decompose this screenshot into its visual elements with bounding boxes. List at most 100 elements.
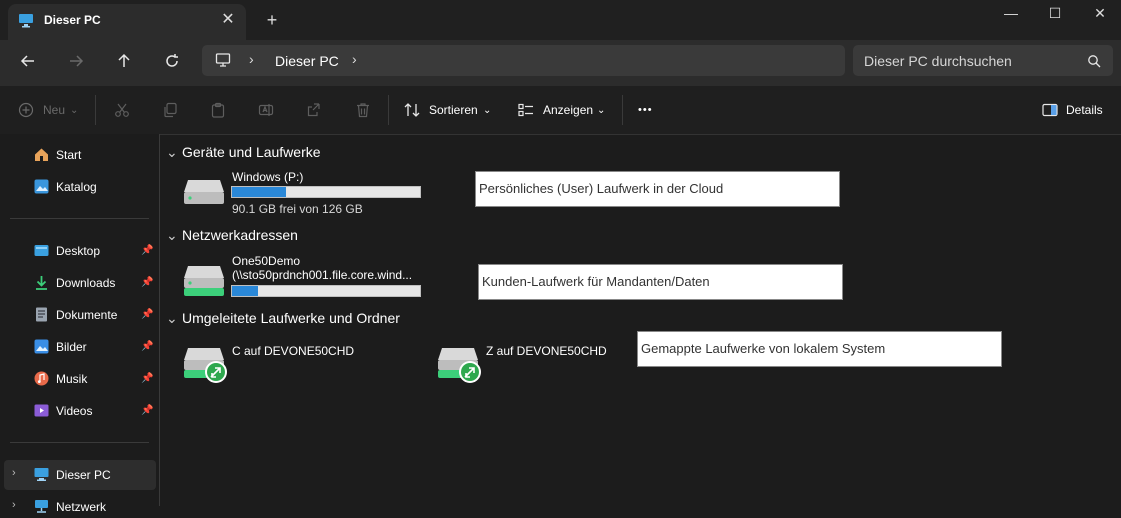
breadcrumb-dieser-pc[interactable]: Dieser PC <box>275 53 339 69</box>
up-button[interactable] <box>109 48 139 74</box>
pin-icon[interactable]: 📌 <box>141 373 153 384</box>
toolbar-separator <box>95 95 96 125</box>
sidebar-item-downloads[interactable]: Downloads <box>30 272 158 294</box>
sidebar-item-dokumente[interactable]: Dokumente <box>30 304 158 326</box>
sidebar-item-label: Dokumente <box>56 308 118 322</box>
maximize-button[interactable]: ☐ <box>1032 0 1078 30</box>
sidebar-item-label: Musik <box>56 372 88 386</box>
gallery-icon <box>34 179 49 194</box>
pin-icon[interactable]: 📌 <box>141 341 153 352</box>
chevron-right-icon[interactable]: › <box>12 499 16 511</box>
pc-icon <box>34 468 49 481</box>
annotation-cloud-drive: Persönliches (User) Laufwerk in der Clou… <box>475 171 840 207</box>
cut-icon[interactable] <box>114 102 130 118</box>
arrow-up-icon <box>118 53 130 67</box>
sidebar-item-label: Start <box>56 148 82 162</box>
sort-button[interactable]: Sortieren <box>429 103 478 117</box>
breadcrumb-separator: › <box>249 51 254 67</box>
pc-icon <box>19 14 33 28</box>
section-title: Geräte und Laufwerke <box>182 144 321 160</box>
view-button[interactable]: Anzeigen <box>543 103 593 117</box>
monitor-icon <box>215 53 231 67</box>
sidebar-divider <box>10 442 149 443</box>
sidebar-item-musik[interactable]: Musik <box>30 368 158 390</box>
plus-circle-icon <box>18 102 34 118</box>
delete-icon[interactable] <box>355 102 371 118</box>
copy-icon[interactable] <box>162 102 178 118</box>
pin-icon[interactable]: 📌 <box>141 277 153 288</box>
pin-icon[interactable]: 📌 <box>141 309 153 320</box>
annotation-customer-drive: Kunden-Laufwerk für Mandanten/Daten <box>478 264 843 300</box>
sidebar-item-bilder[interactable]: Bilder <box>30 336 158 358</box>
details-button[interactable]: Details <box>1066 103 1103 117</box>
drive-one50demo[interactable]: One50Demo (\\sto50prdnch001.file.core.wi… <box>180 252 425 300</box>
search-icon[interactable] <box>1087 54 1101 68</box>
hard-drive-icon <box>184 180 224 204</box>
document-icon <box>36 307 47 322</box>
drive-free-space: 90.1 GB frei von 126 GB <box>232 202 363 216</box>
toolbar-separator <box>388 95 389 125</box>
section-header-redirected[interactable]: ⌄ Umgeleitete Laufwerke und Ordner <box>166 310 400 327</box>
breadcrumb-chevron[interactable]: › <box>352 51 357 67</box>
sidebar-item-label: Videos <box>56 404 93 418</box>
sidebar-item-label: Katalog <box>56 180 97 194</box>
chevron-down-icon: ⌄ <box>166 227 178 243</box>
rename-icon[interactable] <box>258 102 274 118</box>
arrow-left-icon <box>20 55 34 67</box>
paste-icon[interactable] <box>210 102 226 118</box>
sidebar-divider <box>10 218 149 219</box>
chevron-down-icon: ⌄ <box>70 105 79 116</box>
back-button[interactable] <box>13 48 43 74</box>
chevron-right-icon[interactable]: › <box>12 467 16 479</box>
download-icon <box>36 276 47 290</box>
sidebar-item-start[interactable]: Start <box>30 144 158 166</box>
close-button[interactable]: ✕ <box>1077 0 1121 30</box>
sidebar-item-netzwerk[interactable]: Netzwerk <box>30 496 158 518</box>
section-header-devices[interactable]: ⌄ Geräte und Laufwerke <box>166 144 321 161</box>
sidebar-item-katalog[interactable]: Katalog <box>30 176 158 198</box>
share-icon[interactable] <box>306 102 322 118</box>
drive-path: (\\sto50prdnch001.file.core.wind... <box>232 268 413 282</box>
search-placeholder: Dieser PC durchsuchen <box>864 53 1012 69</box>
pin-icon[interactable]: 📌 <box>141 405 153 416</box>
music-icon <box>34 371 49 386</box>
chevron-down-icon: ⌄ <box>597 105 606 116</box>
new-tab-button[interactable]: + <box>262 10 282 30</box>
chevron-down-icon: ⌄ <box>483 105 492 116</box>
new-button[interactable]: Neu <box>43 103 65 117</box>
more-options-button[interactable]: ••• <box>638 104 653 116</box>
forward-button[interactable] <box>61 48 91 74</box>
usage-bar <box>231 186 421 198</box>
sort-icon <box>404 103 420 117</box>
drive-z-devone50chd[interactable]: Z auf DEVONE50CHD <box>434 338 634 386</box>
tab-close-button[interactable]: ✕ <box>218 10 238 30</box>
drive-name: Z auf DEVONE50CHD <box>486 344 607 358</box>
arrow-right-icon <box>70 55 84 67</box>
section-header-network[interactable]: ⌄ Netzwerkadressen <box>166 227 298 244</box>
sidebar-item-label: Downloads <box>56 276 116 290</box>
desktop-icon <box>34 245 49 256</box>
network-icon <box>35 500 48 513</box>
sidebar-item-label: Netzwerk <box>56 500 107 514</box>
sidebar-item-desktop[interactable]: Desktop <box>30 240 158 262</box>
sidebar-item-label: Desktop <box>56 244 101 258</box>
sidebar-item-label: Bilder <box>56 340 87 354</box>
view-icon <box>518 103 533 117</box>
drive-c-devone50chd[interactable]: C auf DEVONE50CHD <box>180 338 380 386</box>
toolbar-separator <box>622 95 623 125</box>
tab-title: Dieser PC <box>44 13 101 27</box>
sidebar-item-label: Dieser PC <box>56 468 111 482</box>
sidebar-item-videos[interactable]: Videos <box>30 400 158 422</box>
sidebar-item-dieser-pc[interactable]: Dieser PC <box>30 464 158 486</box>
drive-name: One50Demo <box>232 254 301 268</box>
pin-icon[interactable]: 📌 <box>141 245 153 256</box>
refresh-icon <box>166 54 178 67</box>
refresh-button[interactable] <box>157 48 187 74</box>
drive-windows-p[interactable]: Windows (P:) 90.1 GB frei von 126 GB <box>180 168 425 216</box>
details-pane-icon <box>1042 103 1058 117</box>
home-icon <box>35 148 48 161</box>
section-title: Umgeleitete Laufwerke und Ordner <box>182 310 400 326</box>
chevron-down-icon: ⌄ <box>166 144 178 160</box>
pictures-icon <box>34 339 49 354</box>
minimize-button[interactable]: — <box>988 0 1034 30</box>
